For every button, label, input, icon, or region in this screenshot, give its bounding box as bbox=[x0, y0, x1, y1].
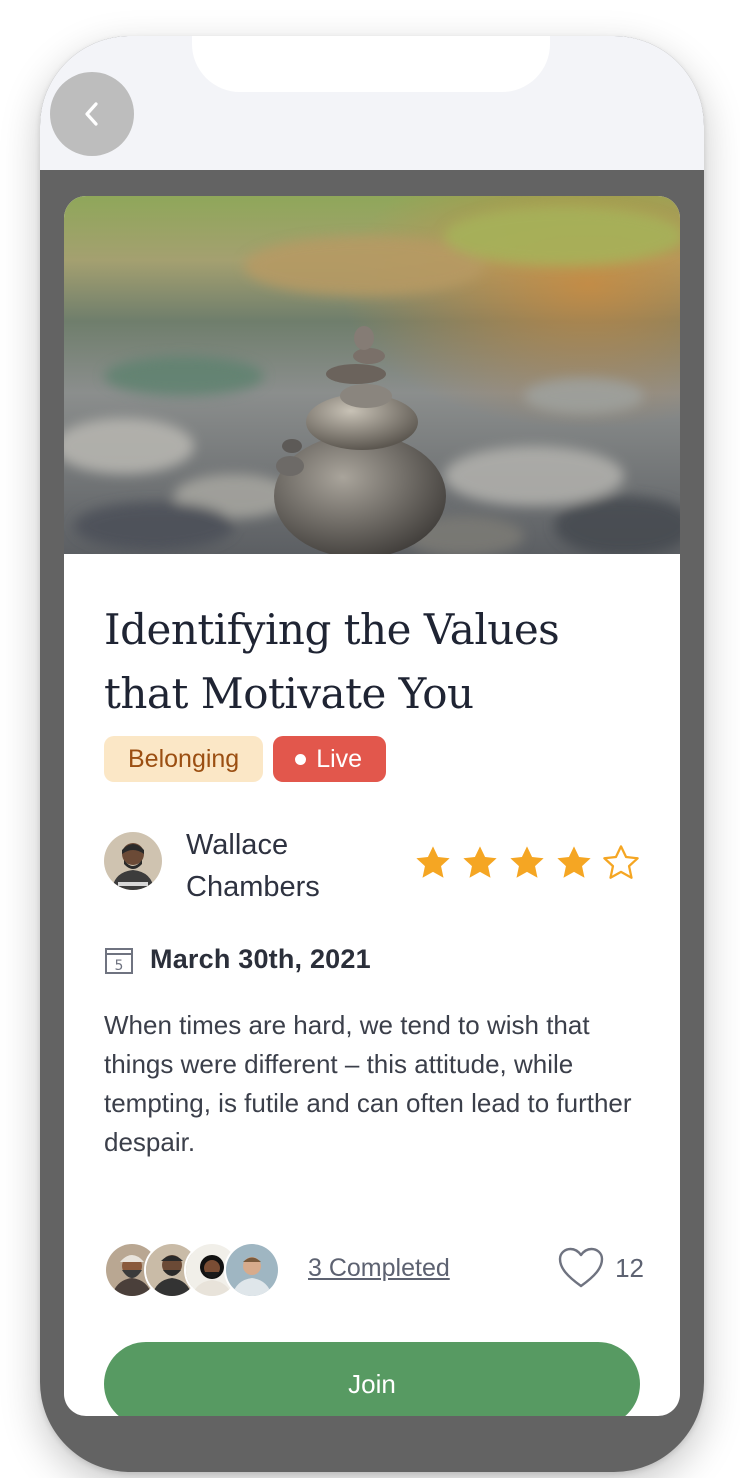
session-card: Identifying the Values that Motivate You… bbox=[64, 196, 680, 1416]
back-button[interactable] bbox=[50, 72, 134, 156]
avatar[interactable] bbox=[104, 832, 162, 890]
rating-stars bbox=[412, 842, 642, 884]
session-description: When times are hard, we tend to wish tha… bbox=[104, 1010, 632, 1157]
star-icon bbox=[416, 846, 450, 878]
like-button[interactable]: 12 bbox=[557, 1246, 644, 1290]
star-icon bbox=[557, 846, 591, 878]
avatar bbox=[224, 1242, 280, 1298]
completed-link[interactable]: 3 Completed bbox=[308, 1254, 450, 1283]
calendar-day: 5 bbox=[115, 958, 124, 974]
author-row: Wallace Chambers bbox=[104, 824, 644, 904]
session-date: March 30th, 2021 bbox=[150, 944, 371, 974]
join-button[interactable]: Join bbox=[104, 1342, 640, 1416]
session-title: Identifying the Values that Motivate You bbox=[104, 605, 560, 718]
device-notch bbox=[192, 36, 550, 92]
category-tag: Belonging bbox=[104, 736, 264, 782]
live-badge: Live bbox=[273, 736, 387, 782]
live-label: Live bbox=[316, 745, 363, 773]
calendar-icon: 5 bbox=[105, 947, 133, 974]
phone-frame: Identifying the Values that Motivate You… bbox=[40, 36, 704, 1472]
star-outline-icon bbox=[603, 845, 639, 879]
date-row: 5 March 30th, 2021 bbox=[104, 944, 371, 975]
tag-row: Belonging Live bbox=[104, 736, 387, 782]
heart-icon bbox=[558, 1247, 604, 1288]
like-count: 12 bbox=[615, 1252, 644, 1283]
live-dot-icon bbox=[295, 753, 307, 765]
star-icon bbox=[510, 846, 544, 878]
participants-row: 3 Completed 12 bbox=[104, 1240, 644, 1300]
chevron-left-icon bbox=[85, 102, 98, 126]
author-name: Wallace Chambers bbox=[186, 829, 320, 903]
star-icon bbox=[463, 846, 497, 878]
top-bar bbox=[40, 36, 704, 170]
participant-avatars[interactable] bbox=[104, 1242, 284, 1298]
hero-image bbox=[64, 196, 680, 554]
